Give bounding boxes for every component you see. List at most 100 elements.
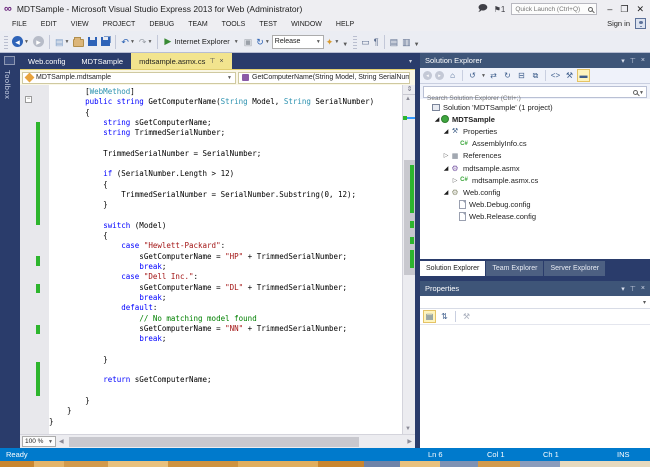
notifications-flag-icon[interactable]: ⚑1	[494, 5, 506, 14]
view-code-icon[interactable]: <>	[549, 69, 562, 82]
back-circle-icon[interactable]: ◂	[423, 71, 432, 80]
expander-icon[interactable]: ▷	[451, 177, 459, 184]
expander-icon[interactable]: ◢	[433, 116, 441, 123]
collapse-all-icon[interactable]: ⊟	[515, 69, 528, 82]
pin-icon[interactable]: ⊤	[630, 57, 636, 65]
expander-icon[interactable]: ▷	[442, 152, 450, 159]
quick-launch-input[interactable]	[515, 4, 586, 14]
uncomment-icon[interactable]: ▥	[400, 33, 413, 51]
undo-icon[interactable]: ↶▼	[119, 33, 137, 51]
comment-icon[interactable]: ▤	[388, 33, 401, 51]
splitter-grip-icon[interactable]: ⇕	[403, 85, 415, 95]
feedback-icon[interactable]: 🗩	[478, 1, 488, 17]
tree-item-assemblyinfo-cs[interactable]: C#AssemblyInfo.cs	[420, 138, 650, 150]
menu-item-project[interactable]: PROJECT	[97, 18, 142, 31]
run-button[interactable]: ▶Internet Explorer▼	[161, 33, 241, 51]
tab-team-explorer[interactable]: Team Explorer	[486, 261, 543, 276]
tab-server-explorer[interactable]: Server Explorer	[544, 261, 605, 276]
redo-icon[interactable]: ↷▼	[137, 33, 155, 51]
toolbar-overflow-icon[interactable]: ▼	[414, 42, 420, 48]
solution-explorer-header[interactable]: Solution Explorer ▾ ⊤ ×	[420, 53, 650, 68]
toolbar-grip[interactable]	[353, 35, 357, 49]
save-icon[interactable]	[86, 33, 99, 51]
menu-item-debug[interactable]: DEBUG	[143, 18, 180, 31]
pilcrow-icon[interactable]: ¶	[372, 33, 381, 51]
show-all-files-icon[interactable]: ⧉	[529, 69, 542, 82]
scroll-up-icon[interactable]: ▲	[405, 96, 411, 102]
scroll-down-icon[interactable]: ▼	[405, 426, 411, 432]
properties-icon[interactable]: ⚒	[563, 69, 576, 82]
build-configuration-dropdown[interactable]: Release▼	[272, 35, 324, 49]
member-selector-dropdown[interactable]: GetComputerName(String Model, String Ser…	[238, 72, 410, 84]
menu-item-edit[interactable]: EDIT	[35, 18, 63, 31]
close-icon[interactable]: ×	[641, 285, 645, 293]
menu-item-test[interactable]: TEST	[253, 18, 283, 31]
tree-item-web-debug-config[interactable]: Web.Debug.config	[420, 199, 650, 211]
tree-item-mdtsample-asmx-cs[interactable]: ▷C#mdtsample.asmx.cs	[420, 174, 650, 186]
sync-with-active-document-icon[interactable]: ⇄	[487, 69, 500, 82]
restore-button[interactable]: ❐	[620, 4, 628, 15]
forward-circle-icon[interactable]: ▸	[435, 71, 444, 80]
account-icon[interactable]	[635, 18, 646, 29]
window-menu-icon[interactable]: ▾	[621, 57, 625, 65]
pin-icon[interactable]: ⊤	[209, 57, 215, 65]
save-all-icon[interactable]	[99, 33, 112, 51]
horizontal-scrollbar[interactable]	[67, 437, 405, 447]
solution-search-box[interactable]: ▼	[423, 86, 647, 98]
toolbar-overflow-icon[interactable]: ▼	[342, 42, 348, 48]
preview-selected-items-toggle[interactable]: ▬	[577, 69, 590, 82]
browser-refresh-icon[interactable]: ↻▼	[254, 33, 272, 51]
document-tab-mdtsample-asmx-cs[interactable]: mdtsample.asmx.cs⊤×	[131, 53, 231, 69]
menu-item-help[interactable]: HELP	[330, 18, 360, 31]
toolbox-tab[interactable]: Toolbox	[3, 70, 12, 99]
expander-icon[interactable]: ◢	[442, 128, 450, 135]
tree-item-web-release-config[interactable]: Web.Release.config	[420, 211, 650, 223]
open-file-icon[interactable]	[71, 33, 86, 51]
attach-icon[interactable]: ▣	[242, 33, 255, 51]
document-tab-web-config[interactable]: Web.config	[20, 53, 73, 69]
categorized-view-button[interactable]: ▤	[423, 310, 436, 323]
web-profiler-icon[interactable]: ✦▼	[324, 33, 342, 51]
quick-launch-box[interactable]	[511, 3, 597, 15]
tree-item-properties[interactable]: ◢⚒Properties	[420, 125, 650, 137]
pending-changes-filter-icon[interactable]: ↺	[466, 69, 479, 82]
menu-item-file[interactable]: FILE	[6, 18, 33, 31]
window-menu-icon[interactable]: ▾	[621, 285, 625, 293]
scroll-right-icon[interactable]: ▶	[407, 438, 412, 445]
close-icon[interactable]: ×	[641, 57, 645, 65]
menu-item-tools[interactable]: TOOLS	[216, 18, 252, 31]
refresh-icon[interactable]: ↻	[501, 69, 514, 82]
type-selector-dropdown[interactable]: MDTSample.mdtsample ▼	[22, 72, 236, 84]
tree-item-web-config[interactable]: ◢⚙Web.config	[420, 186, 650, 198]
properties-object-dropdown[interactable]: ▾	[420, 296, 650, 309]
frame-icon[interactable]: ▭	[359, 33, 372, 51]
pin-icon[interactable]: ⊤	[630, 285, 636, 293]
properties-header[interactable]: Properties ▾ ⊤ ×	[420, 281, 650, 296]
menu-item-view[interactable]: VIEW	[65, 18, 95, 31]
tab-solution-explorer[interactable]: Solution Explorer	[420, 261, 485, 276]
sign-in-link[interactable]: Sign in	[607, 19, 630, 28]
collapse-region-toggle[interactable]: −	[25, 96, 32, 103]
navigate-forward-icon[interactable]: ▸	[31, 33, 46, 51]
code-editor[interactable]: − [WebMethod] public string GetComputerN…	[20, 85, 415, 434]
tree-item-mdtsample-asmx[interactable]: ◢⚙mdtsample.asmx	[420, 162, 650, 174]
solution-search-input[interactable]	[424, 93, 646, 103]
zoom-level-dropdown[interactable]: 100 % ▼	[22, 436, 56, 447]
expander-icon[interactable]: ◢	[442, 165, 450, 172]
tab-list-chevron-icon[interactable]: ▾	[409, 58, 412, 65]
expander-icon[interactable]: ◢	[442, 189, 450, 196]
toolbar-grip[interactable]	[4, 35, 8, 49]
new-file-icon[interactable]: ▤▼	[53, 33, 71, 51]
navigate-backward-icon[interactable]: ◂▼	[10, 33, 31, 51]
home-icon[interactable]: ⌂	[446, 69, 459, 82]
alphabetical-sort-button[interactable]: ⇅	[438, 310, 451, 323]
tree-item-references[interactable]: ▷▦References	[420, 150, 650, 162]
scroll-left-icon[interactable]: ◀	[59, 438, 64, 445]
menu-item-window[interactable]: WINDOW	[285, 18, 328, 31]
vertical-scrollbar[interactable]: ⇕ ▲ ▼	[402, 85, 415, 434]
close-icon[interactable]: ×	[219, 58, 223, 65]
tree-item-mdtsample[interactable]: ◢MDTSample	[420, 113, 650, 125]
menu-item-team[interactable]: TEAM	[182, 18, 213, 31]
close-button[interactable]: ✕	[636, 4, 644, 15]
scrollbar-thumb[interactable]	[69, 437, 359, 447]
